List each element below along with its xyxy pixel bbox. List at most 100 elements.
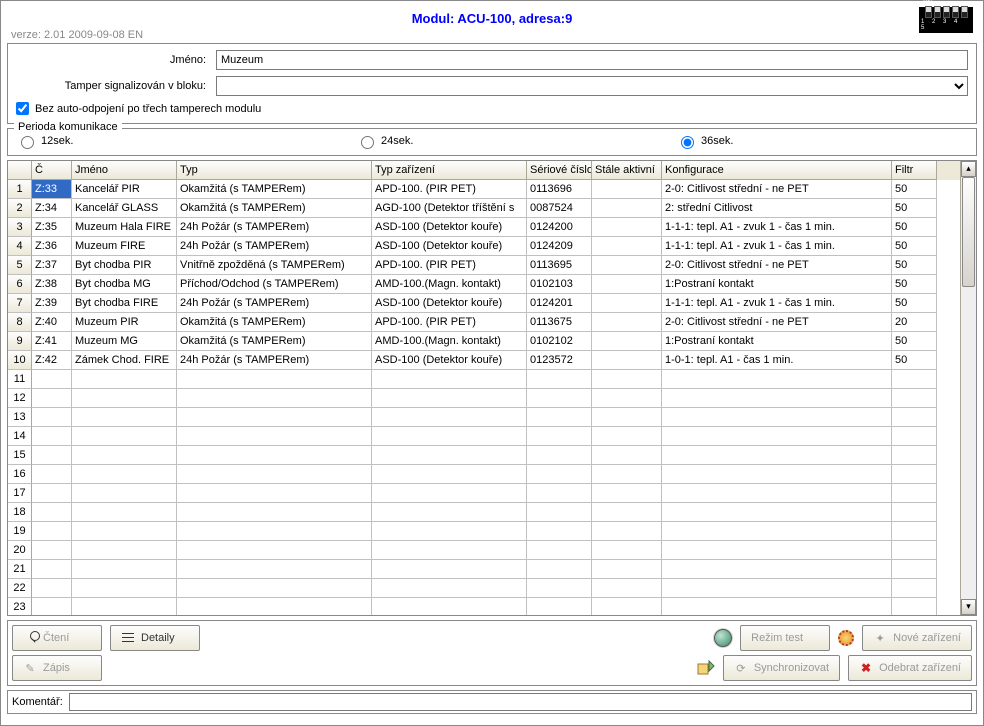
cell-ser[interactable] <box>527 560 592 579</box>
cell-name[interactable]: Byt chodba FIRE <box>72 294 177 313</box>
cell-ser[interactable] <box>527 389 592 408</box>
row-number[interactable]: 19 <box>8 522 32 541</box>
cell-filtr[interactable] <box>892 370 937 389</box>
cell-name[interactable] <box>72 427 177 446</box>
cell-stale[interactable] <box>592 313 662 332</box>
row-number[interactable]: 12 <box>8 389 32 408</box>
cell-name[interactable] <box>72 598 177 615</box>
period-12-option[interactable]: 12sek. <box>16 133 356 149</box>
col-tzar[interactable]: Typ zařízení <box>372 161 527 180</box>
row-number[interactable]: 6 <box>8 275 32 294</box>
cell-c[interactable] <box>32 522 72 541</box>
table-row[interactable]: 18 <box>8 503 960 522</box>
cell-typ[interactable]: 24h Požár (s TAMPERem) <box>177 294 372 313</box>
cell-konf[interactable] <box>662 389 892 408</box>
table-row[interactable]: 22 <box>8 579 960 598</box>
cell-name[interactable]: Kancelář PIR <box>72 180 177 199</box>
scroll-thumb[interactable] <box>962 177 975 287</box>
cell-konf[interactable] <box>662 446 892 465</box>
cell-filtr[interactable]: 50 <box>892 180 937 199</box>
cell-konf[interactable] <box>662 560 892 579</box>
row-number[interactable]: 22 <box>8 579 32 598</box>
cell-ser[interactable]: 0113675 <box>527 313 592 332</box>
cell-ser[interactable] <box>527 522 592 541</box>
col-typ[interactable]: Typ <box>177 161 372 180</box>
cell-c[interactable]: Z:40 <box>32 313 72 332</box>
cell-c[interactable]: Z:42 <box>32 351 72 370</box>
cell-ser[interactable] <box>527 503 592 522</box>
cell-tzar[interactable]: AGD-100 (Detektor tříštění s <box>372 199 527 218</box>
cell-tzar[interactable]: ASD-100 (Detektor kouře) <box>372 294 527 313</box>
cell-tzar[interactable] <box>372 522 527 541</box>
cell-typ[interactable] <box>177 541 372 560</box>
cell-filtr[interactable] <box>892 484 937 503</box>
cell-filtr[interactable] <box>892 389 937 408</box>
table-row[interactable]: 11 <box>8 370 960 389</box>
table-row[interactable]: 21 <box>8 560 960 579</box>
cell-ser[interactable] <box>527 541 592 560</box>
cell-typ[interactable] <box>177 522 372 541</box>
cell-konf[interactable] <box>662 408 892 427</box>
cell-konf[interactable]: 1-1-1: tepl. A1 - zvuk 1 - čas 1 min. <box>662 218 892 237</box>
cell-stale[interactable] <box>592 560 662 579</box>
cell-name[interactable] <box>72 579 177 598</box>
cell-tzar[interactable] <box>372 446 527 465</box>
cell-filtr[interactable]: 50 <box>892 218 937 237</box>
cell-name[interactable] <box>72 389 177 408</box>
row-number[interactable]: 16 <box>8 465 32 484</box>
col-konf[interactable]: Konfigurace <box>662 161 892 180</box>
cell-filtr[interactable]: 50 <box>892 351 937 370</box>
table-row[interactable]: 7Z:39Byt chodba FIRE24h Požár (s TAMPERe… <box>8 294 960 313</box>
cell-stale[interactable] <box>592 465 662 484</box>
row-number[interactable]: 13 <box>8 408 32 427</box>
cell-typ[interactable]: Příchod/Odchod (s TAMPERem) <box>177 275 372 294</box>
cell-c[interactable] <box>32 408 72 427</box>
cell-ser[interactable] <box>527 484 592 503</box>
cell-stale[interactable] <box>592 579 662 598</box>
cell-stale[interactable] <box>592 598 662 615</box>
cell-tzar[interactable]: ASD-100 (Detektor kouře) <box>372 237 527 256</box>
cell-tzar[interactable]: APD-100. (PIR PET) <box>372 313 527 332</box>
details-button[interactable]: Detaily <box>110 625 200 651</box>
row-number[interactable]: 5 <box>8 256 32 275</box>
col-filtr[interactable]: Filtr <box>892 161 937 180</box>
cell-c[interactable] <box>32 598 72 615</box>
cell-name[interactable] <box>72 541 177 560</box>
period-24-radio[interactable] <box>361 136 374 149</box>
cell-tzar[interactable]: APD-100. (PIR PET) <box>372 256 527 275</box>
cell-ser[interactable]: 0113696 <box>527 180 592 199</box>
write-button[interactable]: ✎ Zápis <box>12 655 102 681</box>
cell-ser[interactable]: 0087524 <box>527 199 592 218</box>
cell-konf[interactable]: 2-0: Citlivost střední - ne PET <box>662 180 892 199</box>
cell-tzar[interactable]: ASD-100 (Detektor kouře) <box>372 351 527 370</box>
cell-stale[interactable] <box>592 446 662 465</box>
cell-konf[interactable]: 1:Postraní kontakt <box>662 332 892 351</box>
col-name[interactable]: Jméno <box>72 161 177 180</box>
cell-c[interactable]: Z:36 <box>32 237 72 256</box>
table-row[interactable]: 10Z:42Zámek Chod. FIRE24h Požár (s TAMPE… <box>8 351 960 370</box>
cell-stale[interactable] <box>592 427 662 446</box>
sync-button[interactable]: ⟳ Synchronizovat <box>723 655 840 681</box>
table-row[interactable]: 23 <box>8 598 960 615</box>
cell-tzar[interactable] <box>372 465 527 484</box>
cell-filtr[interactable]: 50 <box>892 199 937 218</box>
read-button[interactable]: Čtení <box>12 625 102 651</box>
period-36-radio[interactable] <box>681 136 694 149</box>
cell-ser[interactable]: 0124201 <box>527 294 592 313</box>
col-stale[interactable]: Stále aktivní <box>592 161 662 180</box>
row-number[interactable]: 8 <box>8 313 32 332</box>
cell-typ[interactable]: 24h Požár (s TAMPERem) <box>177 237 372 256</box>
col-ser[interactable]: Sériové číslo <box>527 161 592 180</box>
cell-tzar[interactable] <box>372 598 527 615</box>
cell-c[interactable]: Z:37 <box>32 256 72 275</box>
cell-tzar[interactable] <box>372 541 527 560</box>
cell-c[interactable] <box>32 446 72 465</box>
table-row[interactable]: 13 <box>8 408 960 427</box>
cell-stale[interactable] <box>592 389 662 408</box>
cell-name[interactable] <box>72 522 177 541</box>
table-row[interactable]: 8Z:40Muzeum PIROkamžitá (s TAMPERem)APD-… <box>8 313 960 332</box>
cell-c[interactable] <box>32 389 72 408</box>
vertical-scrollbar[interactable]: ▴ ▾ <box>960 161 976 615</box>
table-row[interactable]: 12 <box>8 389 960 408</box>
cell-name[interactable]: Muzeum MG <box>72 332 177 351</box>
